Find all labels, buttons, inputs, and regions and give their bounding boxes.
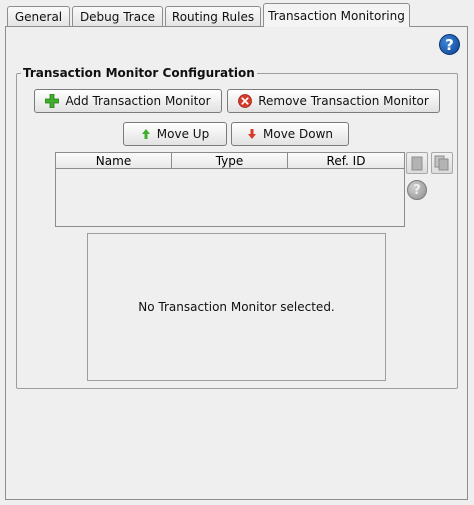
add-transaction-monitor-label: Add Transaction Monitor bbox=[65, 94, 211, 108]
help-icon[interactable]: ? bbox=[439, 34, 460, 55]
monitor-detail-panel: No Transaction Monitor selected. bbox=[87, 233, 386, 381]
arrow-down-icon bbox=[248, 129, 256, 139]
help-icon-glyph: ? bbox=[445, 35, 454, 54]
remove-icon bbox=[238, 94, 253, 108]
copy-button[interactable] bbox=[406, 152, 428, 174]
paste-button[interactable] bbox=[431, 152, 453, 174]
column-header-name[interactable]: Name bbox=[56, 153, 172, 168]
tab-transaction-monitoring[interactable]: Transaction Monitoring bbox=[263, 3, 410, 27]
arrow-up-icon bbox=[141, 129, 150, 139]
tab-transaction-monitoring-label: Transaction Monitoring bbox=[268, 8, 405, 23]
tab-debug-trace-label: Debug Trace bbox=[79, 9, 156, 24]
copy-icon bbox=[411, 156, 423, 171]
remove-transaction-monitor-label: Remove Transaction Monitor bbox=[258, 94, 429, 108]
tab-general-label: General bbox=[14, 9, 63, 24]
table-help-icon[interactable]: ? bbox=[407, 180, 427, 200]
column-header-type[interactable]: Type bbox=[172, 153, 288, 168]
table-help-icon-glyph: ? bbox=[413, 182, 421, 198]
tab-routing-rules[interactable]: Routing Rules bbox=[165, 6, 261, 26]
table-header: Name Type Ref. ID bbox=[56, 153, 404, 169]
plus-icon bbox=[45, 94, 60, 108]
no-monitor-selected-message: No Transaction Monitor selected. bbox=[138, 300, 335, 314]
move-up-button[interactable]: Move Up bbox=[123, 122, 227, 146]
remove-transaction-monitor-button[interactable]: Remove Transaction Monitor bbox=[227, 89, 440, 113]
transaction-monitor-table[interactable]: Name Type Ref. ID bbox=[55, 152, 405, 227]
move-down-button[interactable]: Move Down bbox=[231, 122, 349, 146]
add-transaction-monitor-button[interactable]: Add Transaction Monitor bbox=[34, 89, 222, 113]
move-down-label: Move Down bbox=[263, 127, 333, 141]
tab-general[interactable]: General bbox=[7, 6, 70, 26]
move-up-label: Move Up bbox=[156, 127, 210, 141]
tab-debug-trace[interactable]: Debug Trace bbox=[72, 6, 163, 26]
tab-routing-rules-label: Routing Rules bbox=[171, 9, 255, 24]
paste-icon bbox=[434, 155, 449, 171]
group-title: Transaction Monitor Configuration bbox=[21, 66, 257, 80]
column-header-ref-id[interactable]: Ref. ID bbox=[288, 153, 404, 168]
